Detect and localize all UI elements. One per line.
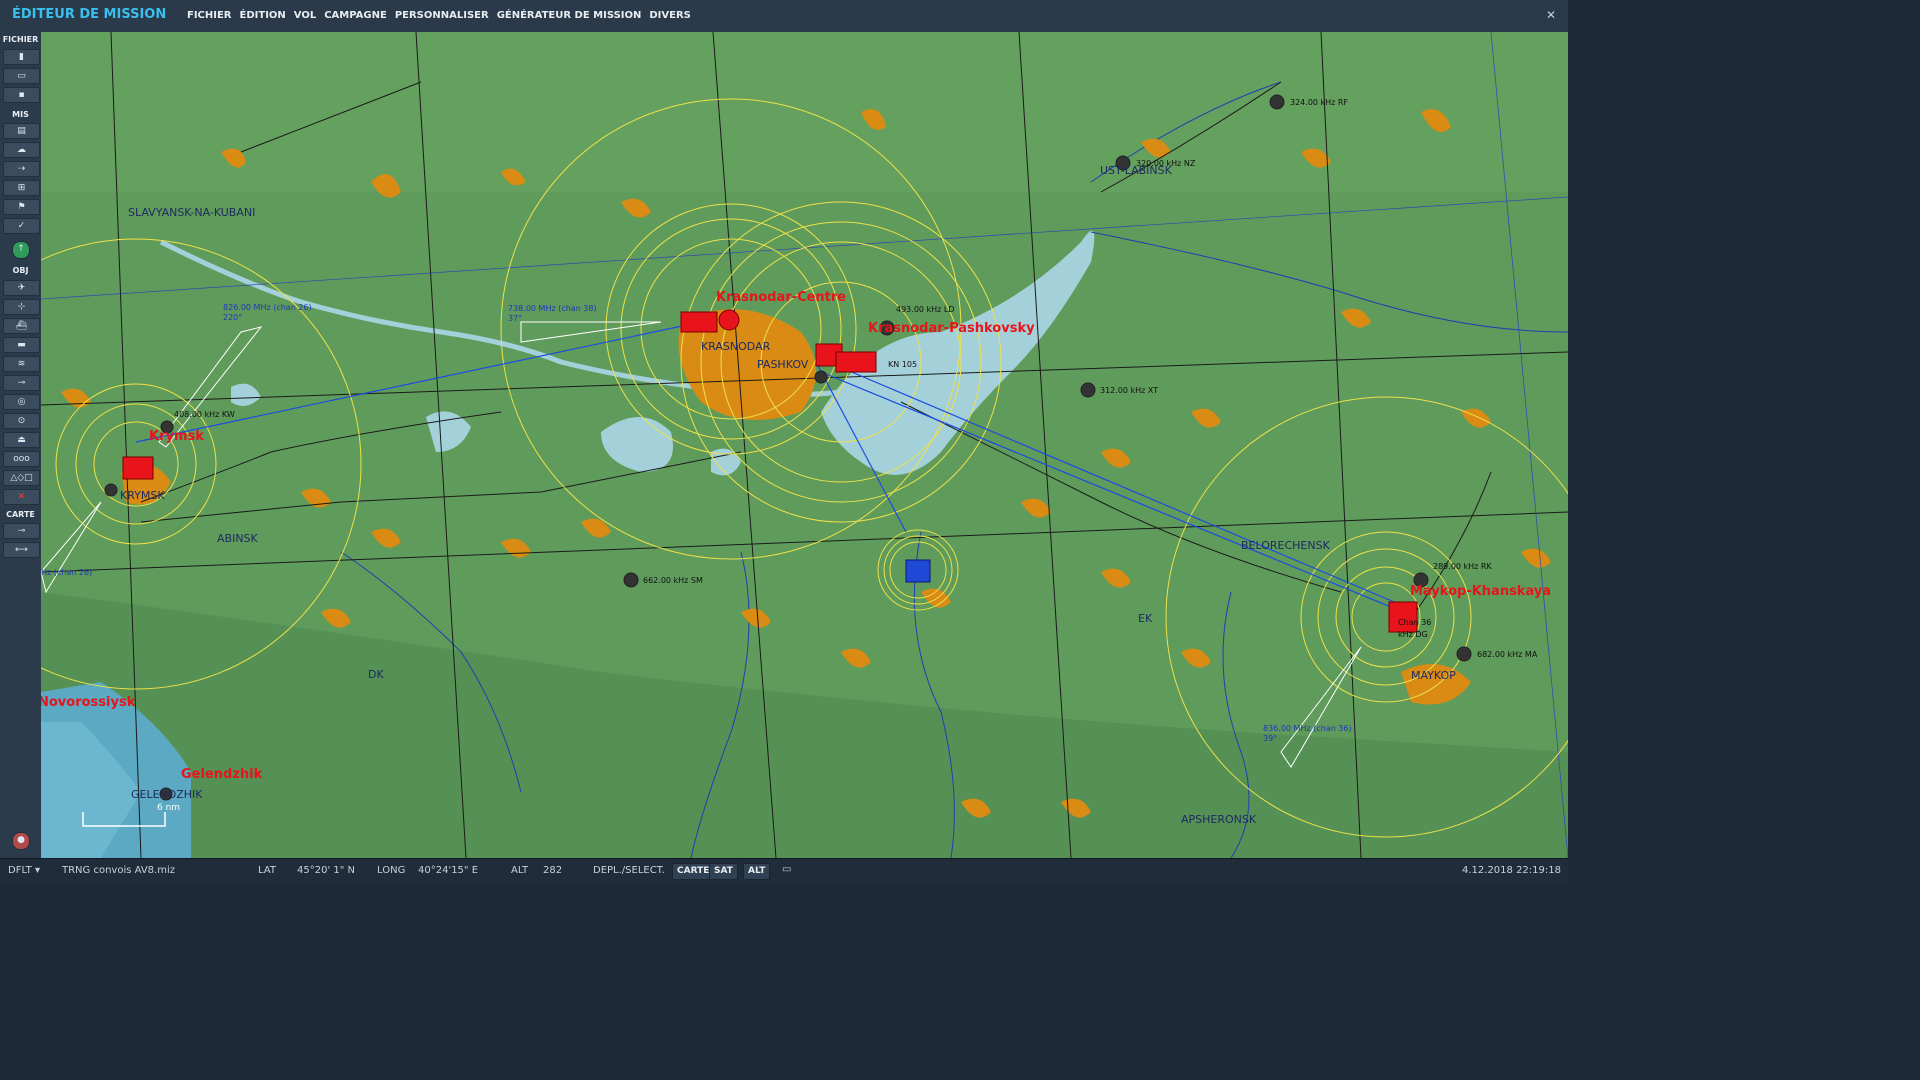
navaid-label: Chan 36 (1398, 618, 1431, 627)
profile-dropdown[interactable]: DFLT (8, 865, 32, 876)
save-icon[interactable]: ▪ (3, 87, 40, 103)
menu-vol[interactable]: VOL (290, 0, 320, 32)
tacan-label: 220° (223, 313, 242, 322)
lat-label: LAT (258, 865, 276, 876)
left-toolbar: FICHIER ▮ ▭ ▪ MIS ▤ ☁ ⇢ ⊞ ⚑ ✓ ↑ OBJ ✈ ⊹ … (0, 32, 42, 858)
long-label: LONG (377, 865, 406, 876)
chevron-down-icon[interactable]: ▾ (35, 865, 40, 876)
target-icon[interactable]: ◎ (3, 394, 40, 410)
tacan-label: 37° (508, 314, 522, 323)
toolbar-section-obj: OBJ (12, 266, 29, 275)
navaid-label: 662.00 kHz SM (643, 576, 703, 585)
toolbar-section-fichier: FICHIER (2, 35, 39, 44)
map-mode-sat-button[interactable]: SAT (709, 863, 738, 880)
depl-label: DEPL./SELECT. (593, 865, 665, 876)
lat-value: 45°20' 1" N (297, 865, 355, 876)
city-label: DK (368, 668, 384, 681)
zone-icon[interactable]: ⊞ (3, 180, 40, 196)
waypoint-icon[interactable]: ⊸ (3, 375, 40, 391)
menu-edition[interactable]: ÉDITION (236, 0, 290, 32)
delete-icon[interactable]: ✕ (3, 489, 40, 505)
helicopter-icon[interactable]: ⊹ (3, 299, 40, 315)
menu-divers[interactable]: DIVERS (645, 0, 695, 32)
briefing-icon[interactable]: ▤ (3, 123, 40, 139)
group-icon[interactable]: ooo (3, 451, 40, 467)
static-icon[interactable]: ≋ (3, 356, 40, 372)
menu-fichier[interactable]: FICHIER (183, 0, 236, 32)
city-label: PASHKOV (757, 358, 809, 371)
menu-bar: FICHIER ÉDITION VOL CAMPAGNE PERSONNALIS… (183, 0, 695, 32)
city-label: APSHERONSK (1181, 813, 1257, 826)
city-label: GELENDZHIK (131, 788, 203, 801)
shapes-icon[interactable]: △◇□ (3, 470, 40, 486)
navaid-label: 289.00 kHz RK (1433, 562, 1492, 571)
airbase-label[interactable]: Krymsk (149, 429, 204, 444)
navaid-label: 320.00 kHz NZ (1136, 159, 1196, 168)
map-mode-alt-button[interactable]: ALT (743, 863, 771, 880)
airfield-icon[interactable]: ⏏ (3, 432, 40, 448)
ruler-icon[interactable]: ⟷ (3, 542, 40, 558)
navaid-label: 682.00 kHz MA (1477, 650, 1538, 659)
title-bar: ÉDITEUR DE MISSION FICHIER ÉDITION VOL C… (0, 0, 1568, 33)
ship-icon[interactable]: ⛴ (3, 318, 40, 334)
navaid-label: kHz DG (1398, 630, 1428, 639)
mission-file-name: TRNG convois AV8.miz (62, 865, 175, 876)
navaid-label: KN 105 (888, 360, 917, 369)
tacan-label: Hz (chan 26) (41, 568, 92, 577)
record-icon[interactable]: ● (12, 832, 30, 850)
check-icon[interactable]: ✓ (3, 218, 40, 234)
city-label: KRYMSK (120, 489, 165, 502)
airbase-label[interactable]: Maykop-Khanskaya (1410, 584, 1551, 599)
alt-value: 282 (543, 865, 563, 876)
tacan-label: 39° (1263, 734, 1277, 743)
menu-campagne[interactable]: CAMPAGNE (320, 0, 391, 32)
city-label: ABINSK (217, 532, 259, 545)
airbase-label[interactable]: Novorossiysk (41, 695, 136, 710)
toolbar-section-mis: MIS (12, 110, 29, 119)
map-key-icon[interactable]: ⊸ (3, 523, 40, 539)
trigger-icon[interactable]: ⇢ (3, 161, 40, 177)
airbase-label[interactable]: Krasnodar-Pashkovsky (868, 321, 1035, 336)
scale-label: 6 nm (157, 803, 180, 813)
long-value: 40°24'15" E (418, 865, 479, 876)
status-bar: DFLT ▾ TRNG convois AV8.miz LAT 45°20' 1… (0, 858, 1568, 883)
toggle-icon[interactable]: ▭ (782, 864, 791, 875)
coalition-icon[interactable]: ↑ (12, 241, 30, 259)
city-label: KRASNODAR (701, 340, 771, 353)
navaid-label: 324.00 kHz RF (1290, 98, 1348, 107)
city-label: EK (1138, 612, 1153, 625)
tacan-label: 738.00 MHz (chan 38) (508, 304, 597, 313)
flag-icon[interactable]: ⚑ (3, 199, 40, 215)
city-label: SLAVYANSK-NA-KUBANI (128, 206, 255, 219)
tacan-label: 836.00 MHz (chan 36) (1263, 724, 1352, 733)
menu-generateur[interactable]: GÉNÉRATEUR DE MISSION (493, 0, 646, 32)
toolbar-section-carte: CARTE (6, 510, 35, 519)
vehicle-icon[interactable]: ▬ (3, 337, 40, 353)
close-icon[interactable]: ✕ (1546, 8, 1556, 22)
airbase-label[interactable]: Krasnodar-Centre (716, 290, 846, 305)
city-label: BELORECHENSK (1241, 539, 1331, 552)
navaid-label: 408.00 kHz KW (174, 410, 235, 419)
weather-icon[interactable]: ☁ (3, 142, 40, 158)
circle-zone-icon[interactable]: ⊙ (3, 413, 40, 429)
city-label: MAYKOP (1411, 669, 1456, 682)
new-file-icon[interactable]: ▮ (3, 49, 40, 65)
map-view[interactable]: SLAVYANSK-NA-KUBANI KRASNODAR PASHKOV US… (41, 32, 1568, 858)
open-folder-icon[interactable]: ▭ (3, 68, 40, 84)
plane-icon[interactable]: ✈ (3, 280, 40, 296)
navaid-label: 493.00 kHz LD (896, 305, 955, 314)
tacan-label: 826.00 MHz (chan 26) (223, 303, 312, 312)
app-title: ÉDITEUR DE MISSION (12, 7, 167, 22)
map-svg[interactable]: SLAVYANSK-NA-KUBANI KRASNODAR PASHKOV US… (41, 32, 1568, 858)
datetime: 4.12.2018 22:19:18 (1462, 865, 1561, 876)
menu-personnaliser[interactable]: PERSONNALISER (391, 0, 493, 32)
airbase-label[interactable]: Gelendzhik (181, 767, 263, 782)
alt-label: ALT (511, 865, 529, 876)
navaid-label: 312.00 kHz XT (1100, 386, 1158, 395)
